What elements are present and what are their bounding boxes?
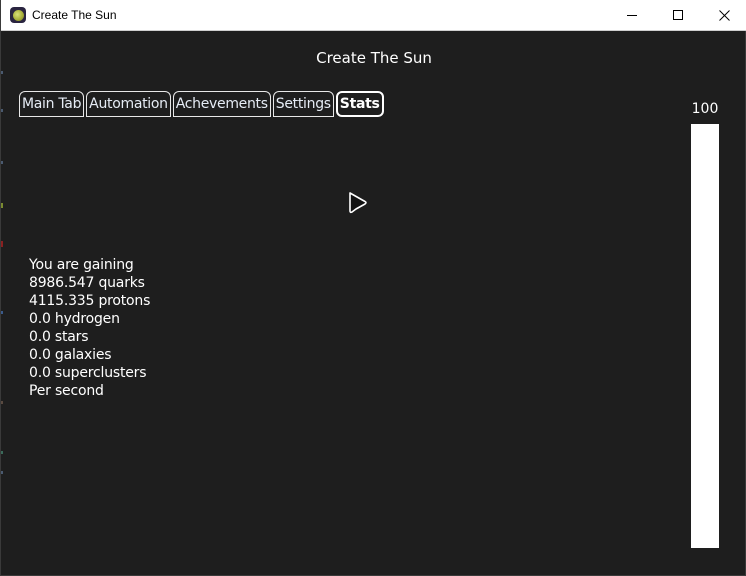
stat-protons: 4115.335 protons	[29, 293, 151, 309]
stats-panel: You are gaining 8986.547 quarks 4115.335…	[29, 256, 150, 400]
page-title: Create The Sun	[316, 49, 432, 67]
close-icon	[718, 9, 730, 21]
minimize-icon	[627, 15, 637, 16]
sun-app-icon	[10, 7, 26, 23]
stat-galaxies: 0.0 galaxies	[29, 347, 112, 363]
stat-hydrogen: 0.0 hydrogen	[29, 311, 120, 327]
title-bar[interactable]: Create The Sun	[1, 0, 746, 31]
stats-intro: You are gaining	[29, 257, 134, 273]
close-button[interactable]	[701, 0, 746, 30]
stat-superclusters: 0.0 superclusters	[29, 365, 147, 381]
app-window: Create The Sun Create The Sun Main Tab A…	[0, 0, 746, 576]
progress-meter-fill	[691, 124, 719, 548]
maximize-button[interactable]	[655, 0, 701, 30]
progress-meter	[691, 124, 719, 548]
stat-quarks: 8986.547 quarks	[29, 275, 145, 291]
tab-settings[interactable]: Settings	[272, 91, 334, 117]
tab-automation[interactable]: Automation	[86, 91, 171, 117]
meter-label: 100	[691, 101, 719, 117]
left-edge-artifacts	[1, 31, 3, 576]
tab-achievements[interactable]: Achevements	[172, 91, 271, 117]
stats-outro: Per second	[29, 383, 104, 399]
window-title: Create The Sun	[32, 8, 117, 22]
tab-stats[interactable]: Stats	[335, 91, 384, 117]
tab-main[interactable]: Main Tab	[19, 91, 85, 117]
minimize-button[interactable]	[609, 0, 655, 30]
maximize-icon	[673, 10, 683, 20]
stat-stars: 0.0 stars	[29, 329, 89, 345]
tab-bar: Main Tab Automation Achevements Settings…	[19, 91, 384, 117]
mouse-cursor-icon	[349, 192, 367, 214]
